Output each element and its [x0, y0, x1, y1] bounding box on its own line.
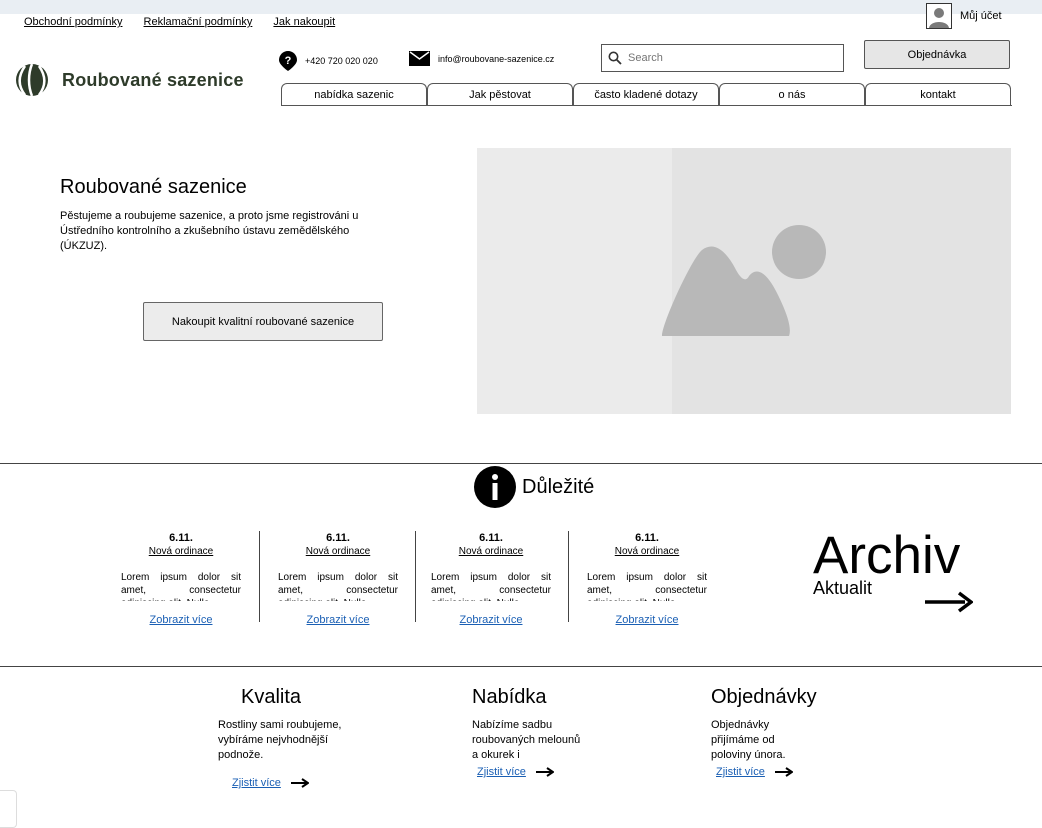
svg-text:?: ? — [285, 55, 292, 67]
feature-more-link[interactable]: Zjistit více — [716, 766, 831, 778]
browser-top-strip — [0, 0, 1042, 14]
news-divider — [415, 531, 416, 622]
feature-more-label: Zjistit více — [716, 766, 765, 778]
important-heading: Důležité — [474, 466, 594, 508]
news-date: 6.11. — [326, 532, 350, 544]
news-title-link[interactable]: Nová ordinace — [587, 546, 707, 557]
top-links: Obchodní podmínky Reklamační podmínky Ja… — [24, 16, 353, 28]
info-icon — [474, 466, 516, 508]
search-input[interactable] — [626, 51, 840, 65]
news-body: Lorem ipsum dolor sit amet, consectetur … — [431, 572, 551, 601]
phone-contact[interactable]: ? +420 720 020 020 — [279, 51, 378, 71]
section-divider — [0, 666, 1042, 667]
location-pin-icon: ? — [279, 51, 297, 71]
nav-tab-contact[interactable]: kontakt — [865, 83, 1011, 106]
archive-link[interactable]: Archiv Aktualit — [813, 526, 973, 613]
news-title-link[interactable]: Nová ordinace — [121, 546, 241, 557]
search-icon — [608, 51, 622, 65]
phone-number: +420 720 020 020 — [305, 56, 378, 66]
hero-image-placeholder — [477, 148, 1011, 414]
news-divider — [259, 531, 260, 622]
news-date: 6.11. — [479, 532, 503, 544]
news-body: Lorem ipsum dolor sit amet, consectetur … — [587, 572, 707, 601]
feature-text: Nabízíme sadbu roubovaných melounů a oku… — [472, 719, 581, 761]
side-tab-handle[interactable] — [0, 790, 17, 828]
news-date: 6.11. — [169, 532, 193, 544]
news-item: 6.11. Nová ordinace Lorem ipsum dolor si… — [431, 532, 551, 626]
feature-more-link[interactable]: Zjistit více — [477, 766, 582, 778]
account-label: Můj účet — [960, 10, 1002, 22]
search-box[interactable] — [601, 44, 844, 72]
hero-cta-button[interactable]: Nakoupit kvalitní roubované sazenice — [143, 302, 383, 341]
feature-quality: Kvalita Rostliny sami roubujeme, vybírám… — [218, 686, 358, 789]
arrow-right-icon — [290, 778, 309, 788]
top-link-complaints[interactable]: Reklamační podmínky — [144, 16, 253, 28]
feature-offer: Nabídka Nabízíme sadbu roubovaných melou… — [472, 686, 582, 778]
news-more-link[interactable]: Zobrazit více — [121, 614, 241, 626]
nav-tab-faq[interactable]: často kladené dotazy — [573, 83, 719, 106]
envelope-icon — [409, 51, 430, 66]
feature-text: Objednávky přijímáme od poloviny února. — [711, 719, 786, 761]
nav-tab-offer[interactable]: nabídka sazenic — [281, 83, 427, 106]
feature-text: Rostliny sami roubujeme, vybíráme nejvho… — [218, 719, 342, 761]
order-button[interactable]: Objednávka — [864, 40, 1010, 69]
news-more-link[interactable]: Zobrazit více — [278, 614, 398, 626]
news-title-link[interactable]: Nová ordinace — [431, 546, 551, 557]
news-date: 6.11. — [635, 532, 659, 544]
top-link-how-to-buy[interactable]: Jak nakoupit — [273, 16, 335, 28]
feature-more-link[interactable]: Zjistit více — [232, 777, 358, 789]
feature-more-label: Zjistit více — [232, 777, 281, 789]
news-more-link[interactable]: Zobrazit více — [431, 614, 551, 626]
hero-text: Pěstujeme a roubujeme sazenice, a proto … — [60, 210, 359, 252]
news-title-link[interactable]: Nová ordinace — [278, 546, 398, 557]
arrow-right-icon — [774, 767, 793, 777]
news-item: 6.11. Nová ordinace Lorem ipsum dolor si… — [278, 532, 398, 626]
logo[interactable]: Roubované sazenice — [14, 62, 244, 98]
nav-tab-about[interactable]: o nás — [719, 83, 865, 106]
feature-title: Nabídka — [472, 686, 547, 708]
archive-title: Archiv — [813, 526, 961, 585]
top-link-terms[interactable]: Obchodní podmínky — [24, 16, 122, 28]
news-more-link[interactable]: Zobrazit více — [587, 614, 707, 626]
feature-more-label: Zjistit více — [477, 766, 526, 778]
nav-underline — [281, 105, 1012, 106]
logo-text: Roubované sazenice — [62, 69, 244, 90]
melon-logo-icon — [16, 63, 48, 97]
account-link[interactable]: Můj účet — [926, 3, 1002, 29]
feature-orders: Objednávky Objednávky přijímáme od polov… — [711, 686, 831, 778]
email-address: info@roubovane-sazenice.cz — [438, 53, 555, 64]
news-body: Lorem ipsum dolor sit amet, consectetur … — [121, 572, 241, 601]
important-title: Důležité — [522, 475, 595, 498]
user-icon — [926, 3, 952, 29]
news-item: 6.11. Nová ordinace Lorem ipsum dolor si… — [121, 532, 241, 626]
news-body: Lorem ipsum dolor sit amet, consectetur … — [278, 572, 398, 601]
section-divider — [0, 463, 1042, 464]
arrow-right-icon — [535, 767, 554, 777]
nav-tab-how-to-grow[interactable]: Jak pěstovat — [427, 83, 573, 106]
email-contact[interactable]: info@roubovane-sazenice.cz — [409, 51, 554, 66]
feature-title: Kvalita — [241, 686, 302, 708]
news-item: 6.11. Nová ordinace Lorem ipsum dolor si… — [587, 532, 707, 626]
image-placeholder-icon — [662, 148, 1011, 414]
main-nav: nabídka sazenic Jak pěstovat často klade… — [281, 83, 1011, 106]
hero-title: Roubované sazenice — [60, 176, 247, 198]
news-divider — [568, 531, 569, 622]
feature-title: Objednávky — [711, 686, 817, 708]
arrow-right-icon — [925, 591, 973, 613]
